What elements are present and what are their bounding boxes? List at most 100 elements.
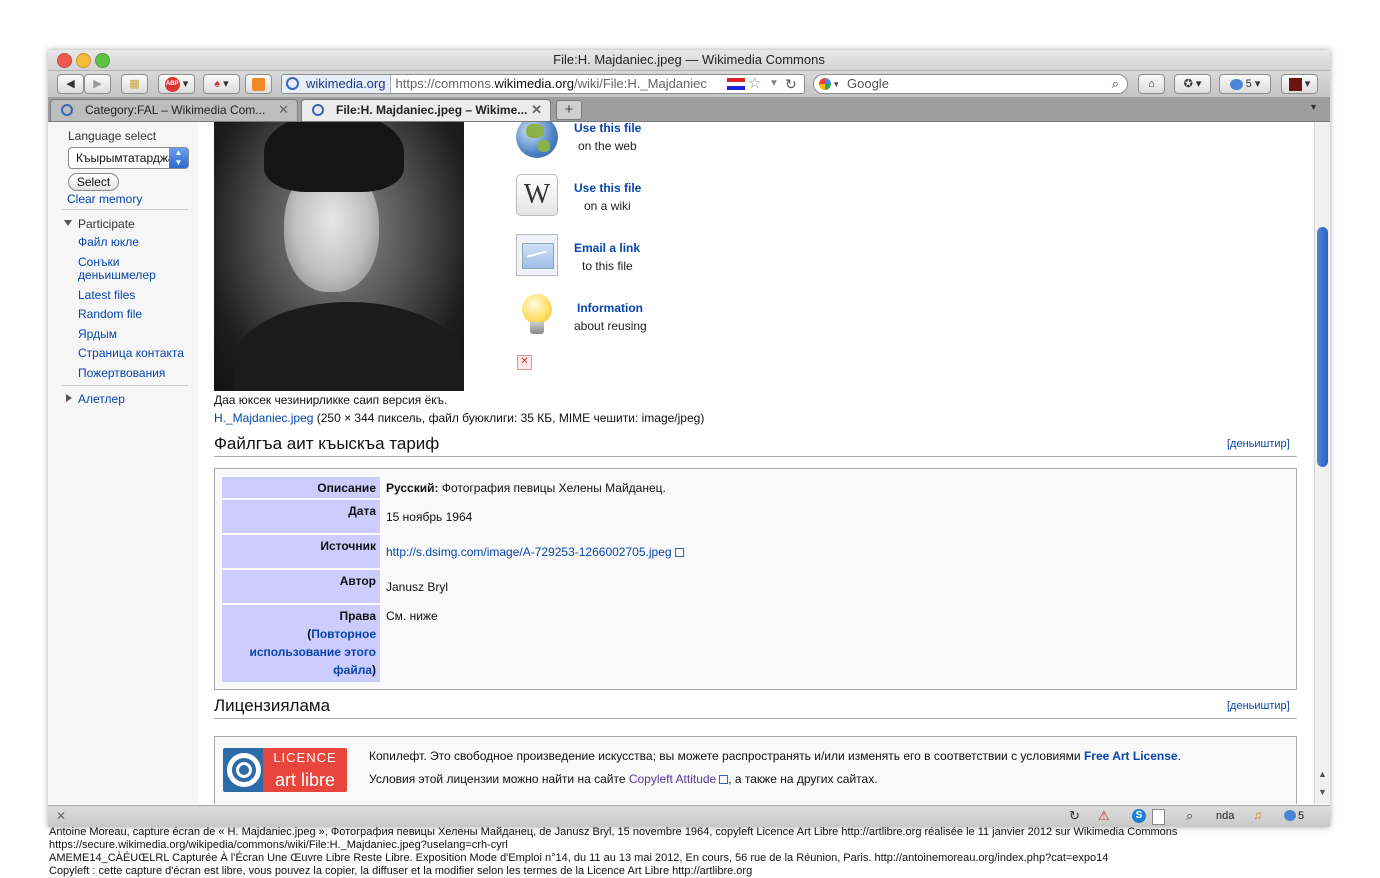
copyleft-attitude-link[interactable]: Copyleft Attitude	[629, 772, 716, 786]
globe-icon[interactable]	[516, 122, 560, 160]
page-icon[interactable]	[1152, 809, 1165, 825]
extension-menu-button[interactable]: ▾	[1281, 74, 1318, 94]
file-image[interactable]	[214, 122, 464, 391]
licensing-edit-link[interactable]: [деньиштир]	[1227, 700, 1290, 712]
url-bar[interactable]: wikimedia.org https://commons.wikimedia.o…	[281, 74, 805, 94]
scroll-down-arrow-icon[interactable]: ▼	[1318, 787, 1327, 797]
home-icon: ⌂	[1148, 78, 1155, 90]
extension-button[interactable]: ♠ ▾	[203, 74, 240, 94]
scroll-up-arrow-icon[interactable]: ▲	[1318, 769, 1327, 779]
home-button[interactable]: ⌂	[1138, 74, 1165, 94]
music-icon[interactable]: ♫	[1253, 808, 1262, 822]
sidebar-item-help[interactable]: Ярдым	[78, 328, 117, 341]
sync-icon[interactable]: ↻	[1069, 808, 1080, 824]
logo-bottom-text: art libre	[263, 768, 347, 792]
collapse-triangle-icon[interactable]	[64, 220, 72, 226]
vertical-scrollbar[interactable]: ▲ ▼	[1314, 122, 1330, 804]
skype-icon[interactable]: S	[1132, 809, 1146, 823]
close-tab-icon[interactable]: ✕	[278, 100, 289, 120]
forward-button[interactable]: ▶	[84, 74, 111, 94]
url-dropdown-icon[interactable]: ▼	[769, 75, 779, 93]
bookmark-star-icon[interactable]: ☆	[748, 75, 761, 93]
heading-underline	[214, 456, 1297, 457]
free-art-license-link[interactable]: Free Art License	[1084, 749, 1178, 763]
adblock-button[interactable]: ABP ▾	[158, 74, 195, 94]
expand-triangle-icon[interactable]	[66, 394, 72, 402]
addon-button[interactable]: ✪ ▾	[1174, 74, 1211, 94]
participate-heading[interactable]: Participate	[78, 217, 135, 231]
language-select[interactable]: Къырымтатарджа ▲ ▼	[68, 147, 189, 169]
close-status-icon[interactable]: ✕	[56, 809, 66, 823]
bubble-status-count: 5	[1298, 810, 1305, 822]
select-arrows-icon: ▲ ▼	[169, 148, 188, 168]
rights-label-cell: Права (Повторное использование этого файл…	[222, 605, 380, 682]
close-tab-icon[interactable]: ✕	[531, 100, 542, 120]
wikimedia-favicon-icon	[312, 104, 324, 116]
chat-count: 5	[1245, 78, 1252, 90]
status-text: nda	[1216, 810, 1235, 822]
email-icon[interactable]	[516, 234, 560, 278]
filename-link[interactable]: H._Majdaniec.jpeg	[214, 411, 313, 425]
email-link-sub: to this file	[582, 259, 633, 273]
sidebar-item-tools[interactable]: Алетлер	[78, 393, 125, 406]
search-bar[interactable]: ▾ Google ⌕	[813, 74, 1128, 94]
bookmarks-grid-button[interactable]: ▦	[121, 74, 148, 94]
email-link[interactable]: Email a link	[574, 241, 640, 255]
clear-memory-link[interactable]: Clear memory	[67, 193, 142, 206]
source-link[interactable]: http://s.dsimg.com/image/A-729253-126600…	[386, 545, 672, 559]
wikipedia-icon[interactable]: W	[516, 174, 560, 218]
sidebar-item-random-file[interactable]: Random file	[78, 308, 142, 321]
tab-label: Category:FAL – Wikimedia Com...	[85, 103, 266, 117]
tab-list-dropdown-icon[interactable]: ▼	[1309, 102, 1318, 112]
file-details: (250 × 344 пиксель, файл буюклиги: 35 КБ…	[313, 411, 705, 425]
back-button[interactable]: ◀	[57, 74, 84, 94]
window-title: File:H. Majdaniec.jpeg — Wikimedia Commo…	[553, 52, 825, 67]
sidebar-item-donate[interactable]: Пожертвования	[78, 367, 165, 380]
magnifier-status-icon[interactable]: ⌕	[1186, 808, 1193, 824]
use-on-wiki-link[interactable]: Use this file	[574, 181, 641, 195]
summary-edit-link[interactable]: [деньиштир]	[1227, 438, 1290, 450]
caption-line-3: AMEME14_CÀÉUŒLRL Capturée À l'Écran Une …	[49, 852, 1109, 864]
flag-icon	[727, 78, 745, 90]
no-higher-res-text: Даа юксек чезинирликке саип версия ёкъ.	[214, 393, 448, 407]
chat-bubble-icon	[1229, 78, 1243, 90]
wikimedia-favicon-icon	[61, 104, 73, 116]
tab-file-majdaniec[interactable]: File:H. Majdaniec.jpeg – Wikime... ✕	[301, 99, 551, 121]
site-identity-button[interactable]: wikimedia.org	[282, 75, 392, 93]
lightbulb-icon[interactable]	[516, 292, 560, 336]
sidebar-item-latest-files[interactable]: Latest files	[78, 289, 135, 302]
caption-line-4: Copyleft : cette capture d'écran est lib…	[49, 865, 753, 877]
scrollbar-thumb[interactable]	[1317, 227, 1328, 467]
search-magnifier-icon[interactable]: ⌕	[1112, 75, 1119, 93]
extension-square-icon	[1288, 77, 1302, 91]
extension-status-icon[interactable]: ⚠	[1098, 808, 1110, 824]
title-bar: File:H. Majdaniec.jpeg — Wikimedia Commo…	[48, 50, 1330, 71]
license-box	[214, 736, 1297, 804]
google-icon	[819, 78, 831, 90]
select-button[interactable]: Select	[68, 173, 119, 191]
licence-art-libre-logo[interactable]: LICENCE art libre	[223, 748, 347, 792]
tab-category-fal[interactable]: Category:FAL – Wikimedia Com... ✕	[50, 99, 298, 121]
sidebar-item-upload[interactable]: Файл юкле	[78, 236, 139, 249]
information-link[interactable]: Information	[577, 301, 643, 315]
external-link-icon	[674, 548, 684, 558]
sidebar-item-recent-changes[interactable]: Сонъки деньишмелер	[78, 256, 168, 282]
reload-icon[interactable]: ↻	[785, 75, 797, 93]
license-line-1: Копилефт. Это свободное произведение иск…	[369, 749, 1181, 763]
navigation-toolbar: ◀ ▶ ▦ ABP ▾ ♠ ▾ wikimedia.org https://com…	[48, 71, 1330, 97]
bubble-status-icon[interactable]	[1284, 810, 1296, 821]
language-select-value: Къырымтатарджа	[76, 151, 175, 165]
chat-bubble-button[interactable]: 5 ▾	[1219, 74, 1271, 94]
rss-button[interactable]	[245, 74, 272, 94]
image-shape-body	[234, 302, 464, 391]
sidebar-item-contact[interactable]: Страница контакта	[78, 347, 184, 360]
wikimedia-favicon-icon	[286, 77, 299, 90]
use-on-web-link[interactable]: Use this file	[574, 122, 641, 135]
source-label: Источник	[222, 535, 380, 568]
search-engine-dropdown-icon[interactable]: ▾	[834, 75, 839, 93]
grid-icon: ▦	[129, 78, 140, 90]
broken-image-icon: ✕	[517, 355, 532, 370]
reuse-link[interactable]: Повторное использование этого файла	[249, 627, 376, 677]
date-label: Дата	[222, 500, 380, 533]
new-tab-button[interactable]: +	[556, 100, 582, 120]
